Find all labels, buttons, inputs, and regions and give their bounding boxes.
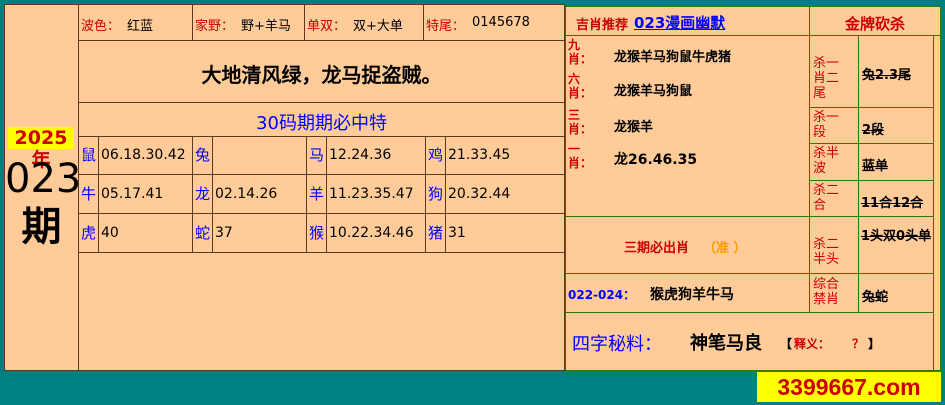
range-pick-cell: 022-024： 猴虎狗羊牛马 xyxy=(565,273,810,313)
side-label-1: 九肖： xyxy=(568,38,593,66)
zodiac-name: 猪 xyxy=(426,214,446,252)
left-bottom-blank xyxy=(78,252,565,371)
zodiac-name: 牛 xyxy=(79,175,99,213)
info-danshuang-value: 双+大单 xyxy=(353,19,403,34)
guarantee-text: 30码期期必中特 xyxy=(256,113,387,134)
info-bose: 波色： 红蓝 xyxy=(78,4,193,41)
zodiac-cell: 蛇 37 xyxy=(192,213,307,253)
secret-cell: 四字秘料： 神笔马良 【 释义： ？ 】 xyxy=(565,312,934,371)
zodiac-cell: 猴 10.22.34.46 xyxy=(306,213,426,253)
pick-one: 龙26.46.35 xyxy=(614,152,698,168)
year-label: 2025年 xyxy=(8,127,74,171)
slogan-text: 大地清风绿，龙马捉盗贼。 xyxy=(201,63,442,87)
side-label-4: 一肖： xyxy=(568,142,593,170)
zodiac-name: 鼠 xyxy=(79,137,99,174)
secret-label: 四字秘料： xyxy=(572,334,662,355)
secret-note-open: 【 xyxy=(780,337,793,351)
zodiac-numbers: 05.17.41 xyxy=(101,186,164,202)
zodiac-numbers: 02.14.26 xyxy=(215,186,278,202)
zodiac-numbers: 20.32.44 xyxy=(448,186,511,202)
zodiac-cell: 马 12.24.36 xyxy=(306,136,426,175)
info-jiaye-value: 野+羊马 xyxy=(241,19,291,34)
side-label-3: 三肖： xyxy=(568,108,593,136)
zodiac-numbers: 11.23.35.47 xyxy=(329,186,414,202)
zodiac-numbers: 06.18.30.42 xyxy=(101,147,186,163)
gold-kill-title: 金牌砍杀 xyxy=(844,15,905,33)
zodiac-numbers: 12.24.36 xyxy=(329,147,392,163)
kill-label-3: 杀半波 xyxy=(809,143,859,181)
info-tewei-label: 特尾： xyxy=(426,19,466,34)
zodiac-name: 羊 xyxy=(307,175,327,213)
zodiac-cell: 猪 31 xyxy=(425,213,565,253)
secret-value: 神笔马良 xyxy=(690,333,762,354)
zodiac-name: 虎 xyxy=(79,214,99,252)
zodiac-cell: 鸡 21.33.45 xyxy=(425,136,565,175)
zodiac-numbers: 10.22.34.46 xyxy=(329,225,414,241)
kill-value-1: 兔2.3尾 xyxy=(858,35,934,108)
three-period-cell: 三期必出肖 （准 ） xyxy=(565,216,810,274)
right-edge-strip xyxy=(933,35,941,371)
zodiac-cell: 羊 11.23.35.47 xyxy=(306,174,426,214)
gold-kill-header: 金牌砍杀 xyxy=(809,6,941,36)
zodiac-numbers: 40 xyxy=(101,225,119,241)
info-danshuang-label: 单双： xyxy=(307,19,347,34)
range-pick-value: 猴虎狗羊牛马 xyxy=(650,287,734,303)
zodiac-name: 马 xyxy=(307,137,327,174)
secret-note-q: ？ xyxy=(852,337,865,351)
zodiac-name: 龙 xyxy=(193,175,213,213)
kill-label-5: 杀二半头 xyxy=(809,216,859,274)
issue-number: 023 xyxy=(5,156,79,202)
zodiac-name: 兔 xyxy=(193,137,213,174)
side-label-2: 六肖： xyxy=(568,72,593,100)
three-period-tag: （准 ） xyxy=(703,241,747,256)
pick-nine: 龙猴羊马狗鼠牛虎猪 xyxy=(614,50,732,65)
period-char: 期 xyxy=(21,204,62,250)
zodiac-numbers: 37 xyxy=(215,225,233,241)
kill-label-4: 杀二合 xyxy=(809,180,859,217)
zodiac-cell: 狗 20.32.44 xyxy=(425,174,565,214)
info-danshuang: 单双： 双+大单 xyxy=(304,4,424,41)
zodiac-cell: 鼠 06.18.30.42 xyxy=(78,136,193,175)
slogan-cell: 大地清风绿，龙马捉盗贼。 xyxy=(78,40,565,103)
zodiac-name: 鸡 xyxy=(426,137,446,174)
pick-six: 龙猴羊马狗鼠 xyxy=(614,84,693,99)
page-root: { "left": { "year": "2025年", "issue": "0… xyxy=(0,0,945,405)
zodiac-name: 狗 xyxy=(426,175,446,213)
info-tewei: 特尾： 0145678 xyxy=(423,4,565,41)
guarantee-cell: 30码期期必中特 xyxy=(78,102,565,137)
range-pick-label: 022-024： xyxy=(568,288,636,302)
recommend-header: 吉肖推荐 023漫画幽默 xyxy=(565,6,810,36)
issue-column: 2025年 023 期 xyxy=(4,4,79,371)
info-bose-label: 波色： xyxy=(81,19,121,34)
picks-block: 九肖： 六肖： 三肖： 一肖： 龙猴羊马狗鼠牛虎猪 龙猴羊马狗鼠 龙猴羊 龙26… xyxy=(565,35,810,217)
zodiac-cell: 兔 xyxy=(192,136,307,175)
zodiac-numbers: 31 xyxy=(448,225,466,241)
info-jiaye-label: 家野： xyxy=(195,19,235,34)
kill-label-1: 杀一肖二尾 xyxy=(809,35,859,108)
recommend-title-link[interactable]: 023漫画幽默 xyxy=(634,12,725,33)
zodiac-cell: 龙 02.14.26 xyxy=(192,174,307,214)
three-period-text: 三期必出肖 xyxy=(624,241,690,256)
zodiac-cell: 牛 05.17.41 xyxy=(78,174,193,214)
kill-value-5: 1头双0头单 xyxy=(858,216,934,274)
kill-label-6: 综合禁肖 xyxy=(809,273,859,313)
kill-value-2: 2段 xyxy=(858,107,934,144)
info-tewei-value: 0145678 xyxy=(472,15,530,30)
secret-note-label: 释义： xyxy=(794,337,831,351)
kill-value-3: 蓝单 xyxy=(858,143,934,181)
zodiac-numbers: 21.33.45 xyxy=(448,147,511,163)
zodiac-name: 猴 xyxy=(307,214,327,252)
kill-value-4: 11合12合 xyxy=(858,180,934,217)
recommend-title-prefix: 吉肖推荐 xyxy=(576,18,629,33)
zodiac-name: 蛇 xyxy=(193,214,213,252)
kill-label-2: 杀一段 xyxy=(809,107,859,144)
secret-note-close: 】 xyxy=(868,337,881,351)
pick-three: 龙猴羊 xyxy=(614,120,654,135)
info-jiaye: 家野： 野+羊马 xyxy=(192,4,305,41)
watermark: 3399667.com xyxy=(757,372,941,402)
zodiac-cell: 虎 40 xyxy=(78,213,193,253)
info-bose-value: 红蓝 xyxy=(127,19,154,34)
kill-value-6: 兔蛇 xyxy=(858,273,934,313)
